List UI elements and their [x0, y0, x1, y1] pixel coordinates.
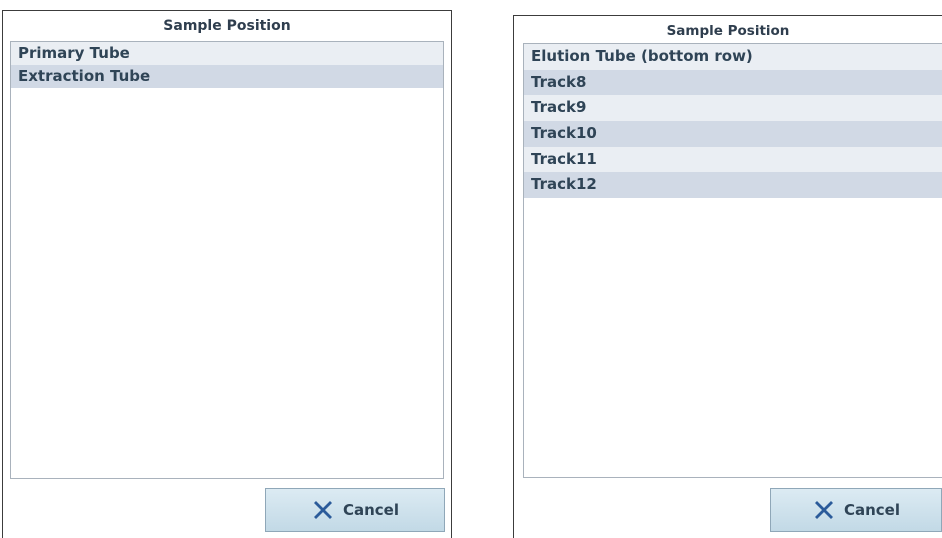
- sample-position-list: Elution Tube (bottom row) Track8 Track9 …: [523, 43, 942, 478]
- list-item-track9[interactable]: Track9: [524, 95, 942, 122]
- cancel-button-label: Cancel: [342, 501, 399, 519]
- dialog-title: Sample Position: [666, 23, 790, 39]
- sample-position-dialog-left: Sample Position Primary Tube Extraction …: [2, 10, 452, 538]
- list-item-track8[interactable]: Track8: [524, 69, 942, 96]
- cancel-button[interactable]: Cancel: [265, 488, 445, 532]
- cancel-button[interactable]: Cancel: [770, 488, 942, 532]
- sample-position-dialog-right: Sample Position Elution Tube (bottom row…: [513, 15, 942, 538]
- list-item-track11[interactable]: Track11: [524, 146, 942, 173]
- close-x-icon: [814, 501, 833, 519]
- list-item-extraction-tube[interactable]: Extraction Tube: [11, 65, 443, 88]
- sample-position-list: Primary Tube Extraction Tube: [10, 41, 444, 479]
- dialog-title: Sample Position: [163, 18, 291, 34]
- close-x-icon: [313, 501, 332, 519]
- cancel-button-label: Cancel: [843, 501, 900, 519]
- list-item-primary-tube[interactable]: Primary Tube: [11, 42, 443, 65]
- list-item-track10[interactable]: Track10: [524, 121, 942, 147]
- list-item-track12[interactable]: Track12: [524, 172, 942, 199]
- list-item-elution-tube[interactable]: Elution Tube (bottom row): [524, 44, 942, 70]
